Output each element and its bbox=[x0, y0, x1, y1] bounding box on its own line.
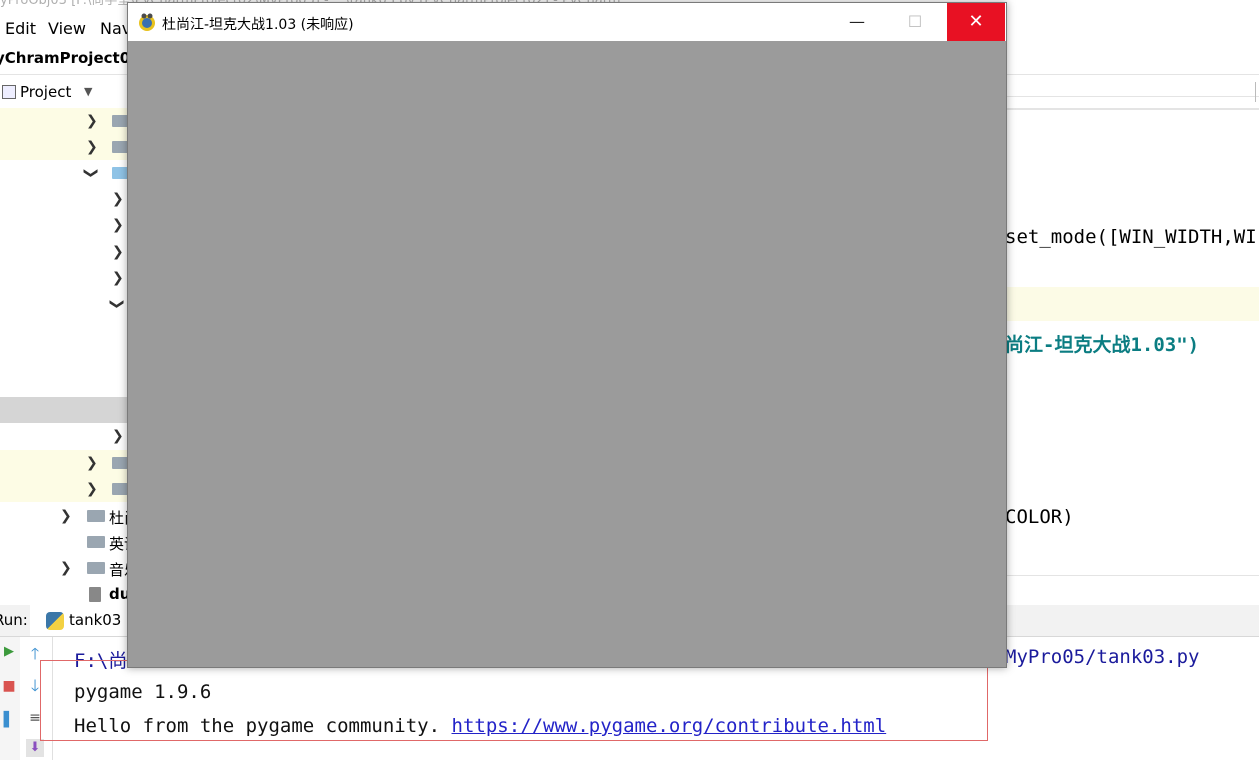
project-panel-title: Project bbox=[20, 83, 72, 101]
tree-row[interactable]: ❯ bbox=[0, 160, 130, 186]
folder-icon bbox=[87, 510, 105, 522]
chevron-right-icon[interactable]: ❯ bbox=[86, 450, 98, 476]
chevron-right-icon[interactable]: ❯ bbox=[60, 503, 72, 529]
tree-row[interactable]: ❯ bbox=[0, 239, 130, 265]
editor-scrollbar[interactable] bbox=[1255, 82, 1256, 102]
project-panel-header[interactable]: Project ▼ bbox=[0, 75, 130, 109]
tree-row-selected[interactable] bbox=[0, 397, 130, 423]
chevron-down-icon[interactable]: ❯ bbox=[78, 167, 104, 179]
minimize-button[interactable]: — bbox=[834, 3, 880, 41]
tree-row[interactable]: ❯ bbox=[0, 265, 130, 291]
console-command-path-end: MyPro05/tank03.py bbox=[1005, 646, 1200, 668]
tree-row[interactable]: ❯ bbox=[0, 212, 130, 238]
editor-bottom-border bbox=[1005, 575, 1259, 576]
run-label: Run: bbox=[0, 611, 28, 629]
menu-edit[interactable]: Edit bbox=[5, 19, 36, 38]
tree-row[interactable]: ❯ 杜尚 bbox=[0, 503, 139, 529]
rerun-icon[interactable]: ▶ bbox=[0, 643, 18, 661]
current-line-highlight bbox=[1005, 287, 1259, 321]
tree-row[interactable]: ❯ bbox=[0, 108, 130, 134]
chevron-right-icon[interactable]: ❯ bbox=[60, 555, 72, 581]
menu-view[interactable]: View bbox=[48, 19, 86, 38]
editor-tab-separator bbox=[1005, 96, 1259, 97]
chevron-right-icon[interactable]: ❯ bbox=[86, 476, 98, 502]
run-left-toolbar: ▶ ■ ▌ bbox=[0, 637, 21, 760]
folder-icon bbox=[87, 536, 105, 548]
close-button[interactable]: ✕ bbox=[947, 3, 1005, 41]
chevron-right-icon[interactable]: ❯ bbox=[112, 423, 124, 449]
tree-row[interactable]: ❯ 音乐 bbox=[0, 555, 139, 581]
python-tank-icon bbox=[139, 13, 155, 31]
tree-row[interactable]: ❯ bbox=[0, 476, 130, 502]
tree-row[interactable]: ❯ bbox=[0, 186, 130, 212]
chevron-right-icon[interactable]: ❯ bbox=[112, 186, 124, 212]
chevron-down-icon[interactable]: ▼ bbox=[84, 85, 92, 98]
tree-row[interactable]: ❯ bbox=[0, 423, 130, 449]
pygame-canvas[interactable] bbox=[128, 41, 1006, 667]
tree-row[interactable]: 英语 bbox=[0, 529, 139, 555]
chevron-right-icon[interactable]: ❯ bbox=[86, 134, 98, 160]
code-line-string[interactable]: 尚江-坦克大战1.03") bbox=[1005, 330, 1199, 357]
scroll-to-end-icon[interactable]: ⬇ bbox=[26, 739, 44, 757]
tree-row[interactable]: ❯ bbox=[0, 291, 130, 317]
maximize-button[interactable]: ☐ bbox=[892, 3, 938, 41]
pygame-title-bar[interactable]: 杜尚江-坦克大战1.03 (未响应) — ☐ ✕ bbox=[128, 3, 1006, 41]
run-tab-tank03[interactable]: tank03 bbox=[30, 605, 130, 636]
editor-breadcrumb-rule bbox=[1005, 108, 1259, 110]
chevron-right-icon[interactable]: ❯ bbox=[112, 265, 124, 291]
pygame-window[interactable]: 杜尚江-坦克大战1.03 (未响应) — ☐ ✕ bbox=[127, 2, 1007, 668]
tree-row[interactable]: ❯ bbox=[0, 134, 130, 160]
tree-row[interactable]: ❯ bbox=[0, 450, 130, 476]
run-tab-label: tank03 bbox=[69, 611, 122, 629]
project-breadcrumb[interactable]: yChramProject02 bbox=[0, 49, 141, 67]
tree-row[interactable]: du bbox=[0, 581, 130, 607]
chevron-right-icon[interactable]: ❯ bbox=[86, 108, 98, 134]
annotation-highlight-box bbox=[40, 660, 988, 741]
chevron-down-icon[interactable]: ❯ bbox=[104, 298, 130, 310]
python-icon bbox=[46, 612, 64, 630]
pygame-window-title: 杜尚江-坦克大战1.03 (未响应) bbox=[162, 17, 354, 33]
chevron-right-icon[interactable]: ❯ bbox=[112, 239, 124, 265]
stop-icon[interactable]: ■ bbox=[0, 677, 18, 695]
folder-icon bbox=[87, 562, 105, 574]
file-icon bbox=[89, 587, 101, 602]
project-view-icon bbox=[2, 85, 16, 99]
code-line[interactable]: set_mode([WIN_WIDTH,WI bbox=[1005, 226, 1257, 248]
layout-icon[interactable]: ▌ bbox=[0, 711, 18, 729]
code-line[interactable]: COLOR) bbox=[1005, 506, 1074, 528]
chevron-right-icon[interactable]: ❯ bbox=[112, 212, 124, 238]
